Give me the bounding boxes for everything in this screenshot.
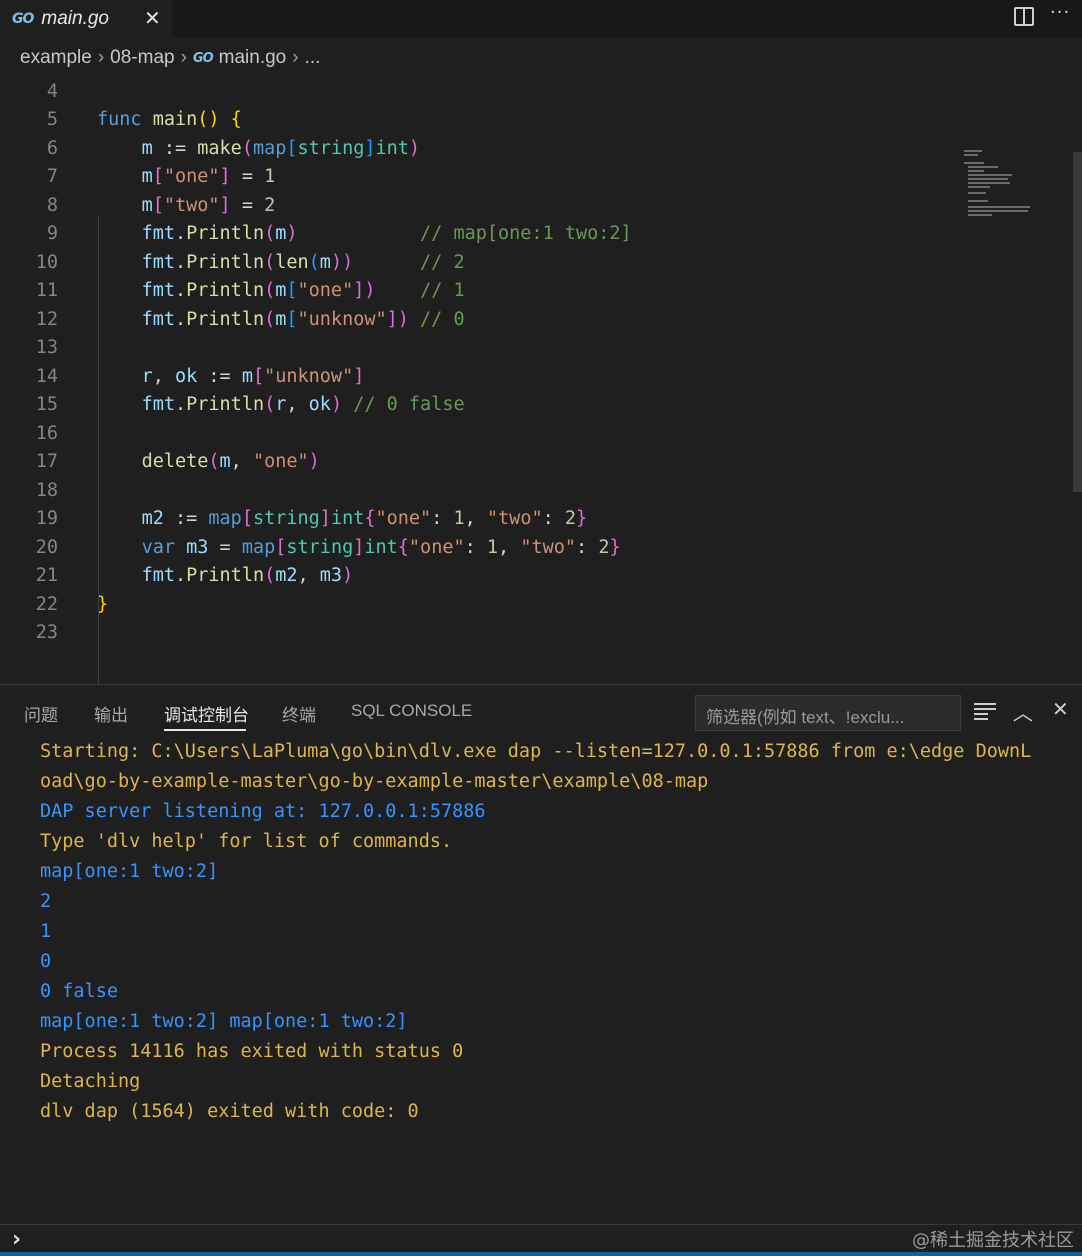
code-line: 11 fmt.Println(m["one"]) // 1	[35, 280, 465, 301]
code-line: 6 m := make(map[string]int)	[46, 138, 421, 159]
console-line: map[one:1 two:2] map[one:1 two:2]	[40, 1011, 408, 1032]
breadcrumb-item-main-go[interactable]: main.go	[219, 47, 287, 69]
console-line: dlv dap (1564) exited with code: 0	[40, 1101, 419, 1122]
active-tab-indicator	[164, 729, 246, 731]
go-file-icon: GO	[192, 50, 214, 66]
tab-debug-console[interactable]: 调试控制台	[164, 701, 249, 726]
tab-terminal[interactable]: 终端	[282, 701, 316, 726]
breadcrumb-item-example[interactable]: example	[20, 47, 92, 69]
watermark: @稀土掘金技术社区	[912, 1230, 1074, 1251]
console-line: oad\go-by-example-master\go-by-example-m…	[40, 771, 709, 792]
code-line: 9 fmt.Println(m) // map[one:1 two:2]	[46, 223, 632, 244]
go-file-icon: GO	[12, 11, 34, 27]
console-line: 1	[40, 921, 52, 942]
console-line: Type 'dlv help' for list of commands.	[40, 831, 453, 852]
tab-output[interactable]: 输出	[94, 701, 128, 726]
status-bar	[0, 1252, 1082, 1256]
code-editor[interactable]: 4 5 func main() { 6 m := make(map[string]…	[0, 76, 1082, 694]
close-panel-icon[interactable]: ✕	[1052, 697, 1069, 721]
code-line: 5 func main() {	[46, 109, 242, 130]
code-line: 4	[46, 81, 58, 102]
code-line: 23	[35, 622, 58, 643]
clear-console-icon[interactable]	[974, 703, 996, 721]
code-line: 12 fmt.Println(m["unknow"]) // 0	[35, 309, 465, 330]
chevron-up-icon[interactable]: ︿	[1013, 697, 1033, 726]
console-line: Starting: C:\Users\LaPluma\go\bin\dlv.ex…	[40, 741, 1032, 762]
code-line: 15 fmt.Println(r, ok) // 0 false	[35, 394, 465, 415]
breadcrumb-item-08-map[interactable]: 08-map	[110, 47, 174, 69]
code-line: 18	[35, 480, 58, 501]
chevron-right-icon: ›	[97, 47, 105, 68]
code-line: 8 m["two"] = 2	[46, 195, 276, 216]
panel-tab-bar: 问题 输出 调试控制台 终端 SQL CONSOLE 筛选器(例如 text、!…	[0, 685, 1082, 737]
split-editor-icon[interactable]	[1014, 7, 1034, 26]
console-line: 0 false	[40, 981, 118, 1002]
breadcrumb-item-symbols[interactable]: ...	[305, 47, 321, 69]
code-line: 17 delete(m, "one")	[35, 451, 320, 472]
console-line: DAP server listening at: 127.0.0.1:57886	[40, 801, 486, 822]
code-line: 21 fmt.Println(m2, m3)	[35, 565, 354, 586]
code-line: 10 fmt.Println(len(m)) // 2	[35, 252, 465, 273]
console-line: 0	[40, 951, 52, 972]
editor-scrollbar[interactable]	[1073, 152, 1082, 492]
tab-problems[interactable]: 问题	[24, 701, 58, 726]
code-line: 14 r, ok := m["unknow"]	[35, 366, 365, 387]
filter-input[interactable]: 筛选器(例如 text、!exclu...	[695, 695, 961, 731]
tab-main-go[interactable]: GO main.go ✕	[0, 0, 172, 38]
code-line: 20 var m3 = map[string]int{"one": 1, "tw…	[35, 537, 621, 558]
code-line: 13	[35, 337, 58, 358]
chevron-right-icon: ›	[180, 47, 187, 68]
editor-tab-bar: GO main.go ✕ ···	[0, 0, 1082, 38]
prompt-chevron-icon: ›	[12, 1227, 22, 1252]
code-line: 16	[35, 423, 58, 444]
tab-title: main.go	[41, 8, 110, 29]
console-line: 2	[40, 891, 52, 912]
minimap[interactable]	[962, 148, 1042, 218]
console-line: Detaching	[40, 1071, 141, 1092]
close-tab-icon[interactable]: ✕	[144, 6, 161, 30]
bottom-panel: 问题 输出 调试控制台 终端 SQL CONSOLE 筛选器(例如 text、!…	[0, 684, 1082, 1224]
code-line: 22}	[35, 594, 109, 615]
breadcrumb: example › 08-map › GO main.go › ...	[0, 40, 960, 76]
tab-sql-console[interactable]: SQL CONSOLE	[351, 701, 472, 721]
chevron-right-icon: ›	[292, 47, 299, 68]
code-line: 19 m2 := map[string]int{"one": 1, "two":…	[35, 508, 588, 529]
code-line: 7 m["one"] = 1	[46, 166, 276, 187]
debug-console-output: Starting: C:\Users\LaPluma\go\bin\dlv.ex…	[40, 737, 1080, 1127]
console-line: map[one:1 two:2]	[40, 861, 219, 882]
console-line: Process 14116 has exited with status 0	[40, 1041, 464, 1062]
more-actions-icon[interactable]: ···	[1050, 2, 1070, 23]
